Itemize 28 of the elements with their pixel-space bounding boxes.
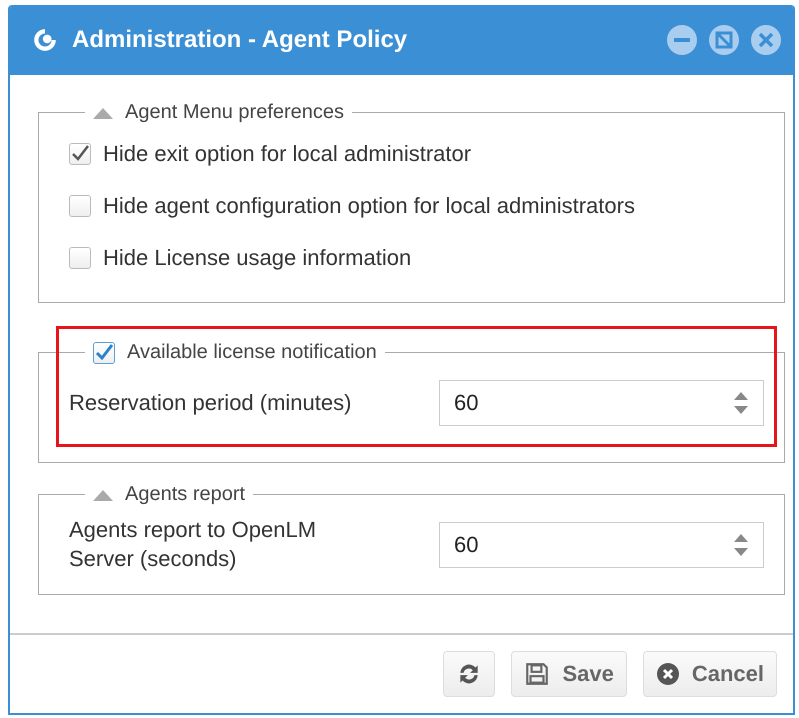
field-label: Agents report to OpenLM Server (seconds) (69, 516, 318, 573)
checkbox[interactable] (93, 342, 115, 364)
cancel-icon (656, 662, 680, 686)
window-title: Administration - Agent Policy (72, 26, 408, 54)
section-title: Agents report (125, 483, 246, 506)
logo-icon (32, 27, 58, 53)
collapse-icon[interactable] (93, 106, 113, 118)
section-title: Available license notification (127, 341, 377, 364)
save-button[interactable]: Save (511, 651, 627, 697)
checkbox[interactable] (69, 195, 91, 217)
floppy-icon (524, 661, 550, 687)
collapse-icon[interactable] (93, 488, 113, 500)
option-label: Hide exit option for local administrator (103, 141, 472, 167)
close-icon[interactable] (751, 25, 781, 55)
checkbox[interactable] (69, 143, 91, 165)
minimize-icon[interactable] (667, 25, 697, 55)
refresh-button[interactable] (443, 651, 496, 697)
checkbox[interactable] (69, 247, 91, 269)
field-label: Reservation period (minutes) (69, 388, 352, 417)
number-field[interactable]: 60 (439, 522, 764, 568)
section-title: Agent Menu preferences (125, 101, 344, 124)
restore-icon[interactable] (709, 25, 739, 55)
number-field[interactable]: 60 (439, 380, 764, 426)
spinner-icon[interactable] (733, 390, 749, 416)
spinner-icon[interactable] (733, 532, 749, 558)
option-label: Hide agent configuration option for local administrators (103, 193, 635, 219)
option-label: Hide License usage information (103, 245, 412, 271)
cancel-button[interactable]: Cancel (642, 651, 777, 697)
